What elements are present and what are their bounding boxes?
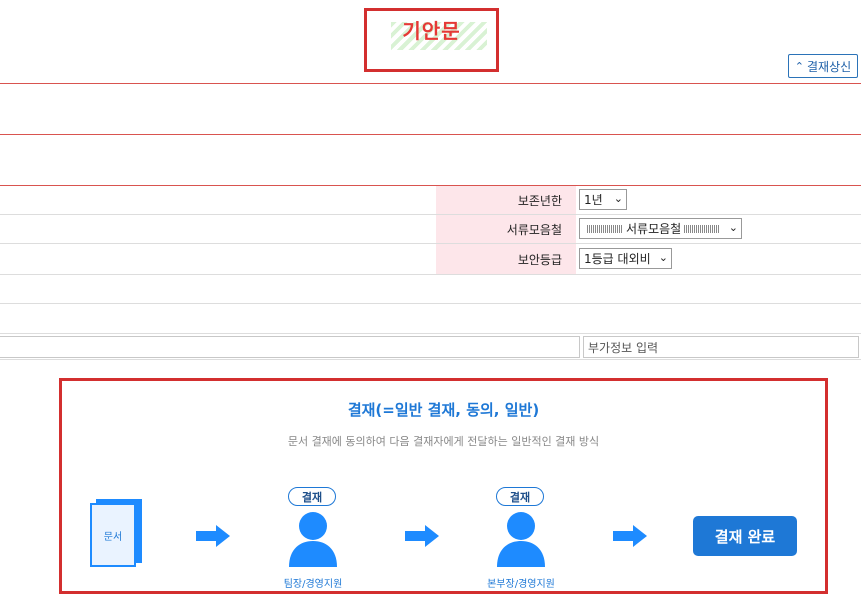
arrow-right-icon — [196, 525, 230, 547]
approver-step-2: 결재 본부장/경영지원 — [476, 487, 566, 597]
divider — [0, 83, 861, 84]
retention-select[interactable]: 1년 ⌄ — [579, 189, 627, 210]
divider — [0, 214, 861, 215]
divider — [0, 303, 861, 304]
divider — [0, 134, 861, 135]
document-title-box: 기안문 — [364, 8, 499, 72]
security-select[interactable]: 1등급 대외비 ⌄ — [579, 248, 672, 269]
approval-badge: 결재 — [288, 487, 336, 506]
chevron-down-icon: ⌄ — [613, 192, 623, 205]
divider — [0, 333, 861, 334]
submit-approval-label: 결재상신 — [807, 59, 852, 74]
process-title: 결재(=일반 결재, 동의, 일반) — [347, 401, 540, 419]
person-icon — [289, 512, 337, 567]
chevron-down-icon: ⌄ — [728, 221, 738, 234]
masked-text — [587, 224, 623, 233]
divider — [0, 185, 861, 186]
approver-label: 본부장/경영지원 — [487, 579, 555, 590]
submit-approval-button[interactable]: ⌃ 결재상신 — [788, 54, 858, 78]
folder-value: 서류모음철 — [626, 222, 682, 236]
document-icon: 문서 — [90, 499, 142, 567]
security-value: 1등급 대외비 — [584, 252, 651, 266]
document-label: 문서 — [103, 531, 123, 543]
approver-step-1: 결재 팀장/경영지원 — [268, 487, 358, 597]
extra-info-placeholder: 부가정보 입력 — [588, 340, 659, 355]
approval-process-panel: 결재(=일반 결재, 동의, 일반) 문서 결재에 동의하여 다음 결재자에게 … — [59, 378, 828, 594]
approver-label: 팀장/경영지원 — [283, 579, 343, 590]
chevron-up-icon: ⌃ — [794, 59, 805, 73]
folder-label: 서류모음철 — [436, 215, 576, 243]
divider — [0, 243, 861, 244]
page-title: 기안문 — [402, 18, 461, 43]
divider — [0, 274, 861, 275]
retention-value: 1년 — [584, 193, 603, 207]
extra-info-input[interactable]: 부가정보 입력 — [583, 336, 859, 358]
chevron-down-icon: ⌄ — [658, 251, 668, 264]
masked-text — [684, 224, 721, 233]
extra-text-input[interactable] — [0, 336, 580, 358]
divider — [0, 359, 861, 360]
person-icon — [497, 512, 545, 567]
arrow-right-icon — [405, 525, 439, 547]
security-label: 보안등급 — [436, 244, 576, 274]
approval-complete-badge: 결재 완료 — [693, 516, 797, 556]
retention-label: 보존년한 — [436, 186, 576, 214]
arrow-right-icon — [613, 525, 647, 547]
process-subtitle: 문서 결재에 동의하여 다음 결재자에게 전달하는 일반적인 결재 방식 — [287, 435, 600, 448]
folder-select[interactable]: 서류모음철 ⌄ — [579, 218, 742, 239]
approval-badge: 결재 — [496, 487, 544, 506]
